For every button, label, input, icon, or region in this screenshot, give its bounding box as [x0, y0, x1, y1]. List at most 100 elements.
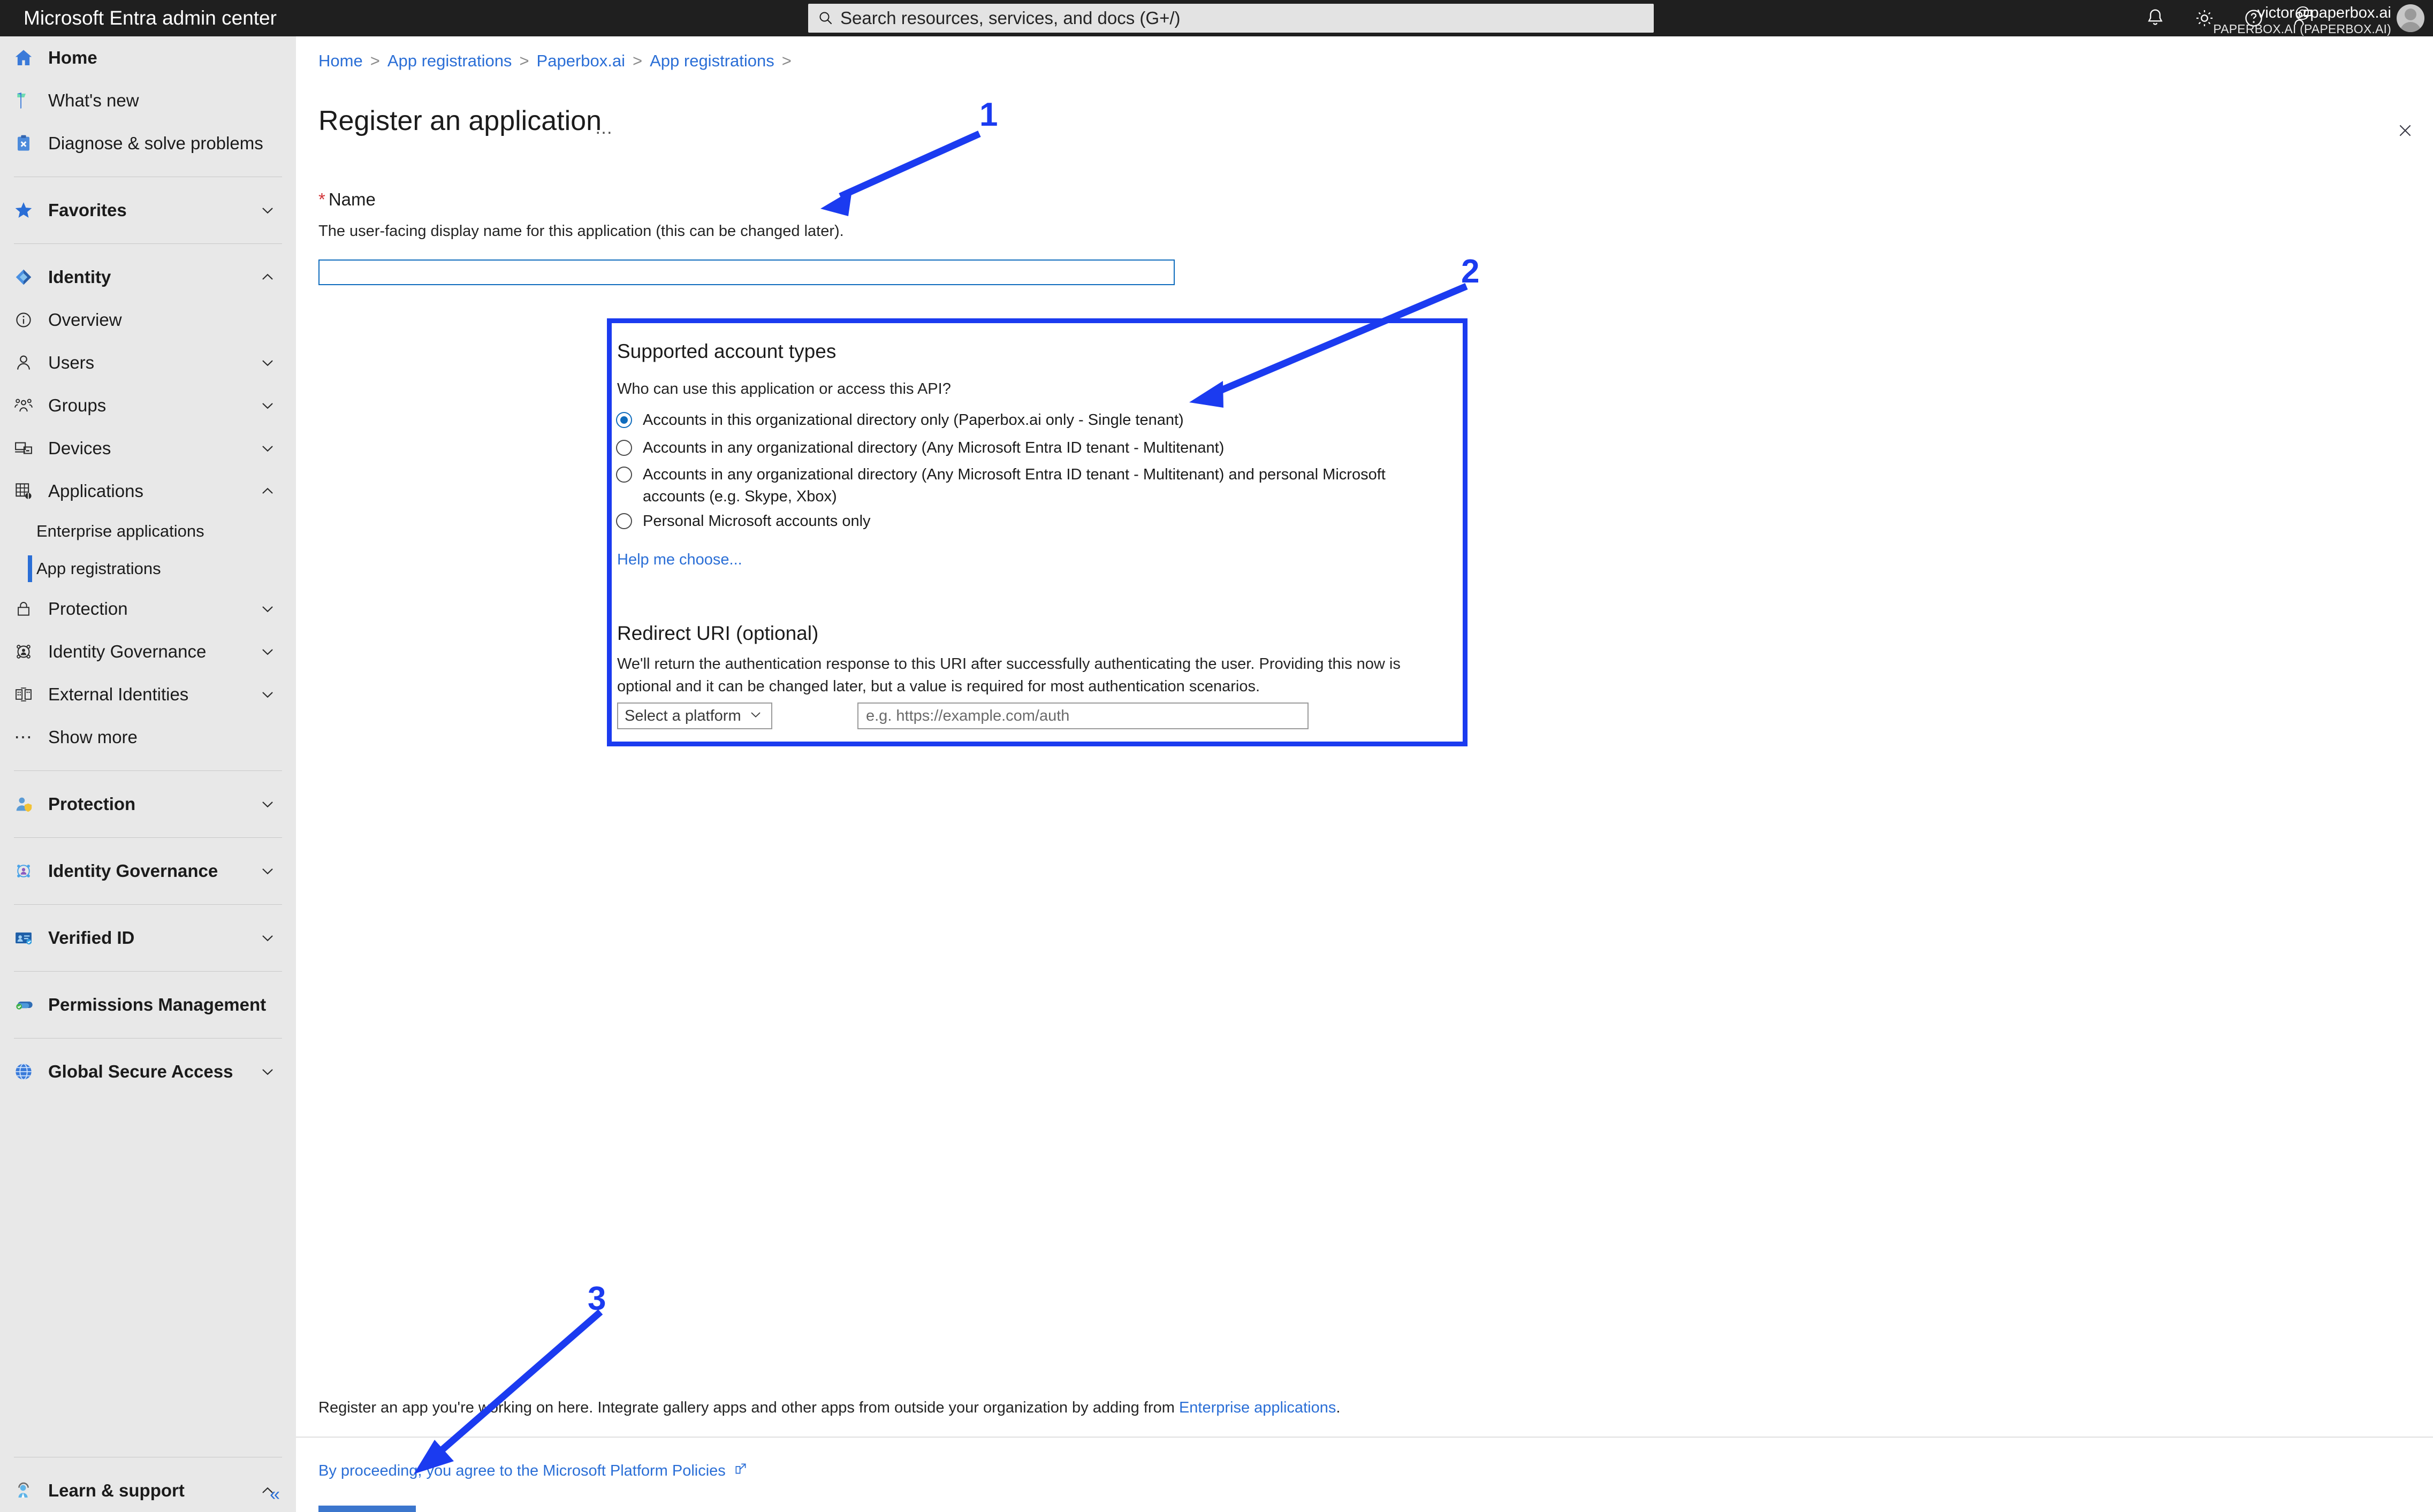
sidebar-item-users[interactable]: Users [0, 341, 296, 384]
name-input[interactable] [318, 259, 1175, 285]
chevron-down-icon[interactable] [258, 685, 277, 704]
breadcrumb-item-app-registrations[interactable]: App registrations [387, 51, 512, 71]
sidebar-item-label: Enterprise applications [36, 522, 204, 541]
account-tenant: PAPERBOX.AI (PAPERBOX.AI) [2213, 22, 2391, 36]
sidebar-item-favorites[interactable]: Favorites [0, 189, 296, 232]
sidebar-item-protection-group[interactable]: Protection [0, 783, 296, 826]
platform-policies-link[interactable]: By proceeding, you agree to the Microsof… [318, 1461, 748, 1480]
user-icon [12, 353, 35, 372]
radio-personal-only[interactable]: Personal Microsoft accounts only [616, 510, 1451, 532]
sidebar-item-label: Overview [48, 310, 122, 330]
sidebar-divider [14, 971, 282, 972]
radio-indicator[interactable] [616, 440, 632, 456]
breadcrumb-item-paperbox[interactable]: Paperbox.ai [537, 51, 625, 71]
account-types-question: Who can use this application or access t… [617, 380, 951, 398]
redirect-uri-input[interactable] [857, 702, 1309, 729]
bell-icon[interactable] [2144, 7, 2166, 29]
radio-single-tenant[interactable]: Accounts in this organizational director… [616, 409, 1451, 431]
sidebar-item-whats-new[interactable]: What's new [0, 79, 296, 122]
sidebar-item-applications[interactable]: Applications [0, 470, 296, 513]
groups-icon [12, 395, 35, 416]
sidebar-item-global-secure-access[interactable]: Global Secure Access [0, 1050, 296, 1093]
gear-icon[interactable] [2193, 7, 2216, 29]
radio-indicator[interactable] [616, 412, 632, 428]
radio-multitenant[interactable]: Accounts in any organizational directory… [616, 437, 1451, 459]
chevron-down-icon[interactable] [258, 396, 277, 415]
home-icon [12, 47, 35, 68]
chevron-up-icon[interactable] [258, 482, 277, 500]
name-description: The user-facing display name for this ap… [318, 223, 844, 240]
brand-title: Microsoft Entra admin center [24, 7, 277, 29]
selected-indicator [28, 555, 32, 582]
verified-id-icon [12, 928, 35, 948]
radio-label: Personal Microsoft accounts only [643, 510, 871, 532]
sidebar-divider [14, 770, 282, 771]
chevron-down-icon[interactable] [258, 1063, 277, 1081]
sidebar-item-devices[interactable]: Devices [0, 427, 296, 470]
sidebar-item-label: Groups [48, 395, 106, 416]
search-input[interactable] [840, 8, 1616, 28]
sidebar-item-label: Devices [48, 438, 111, 459]
sidebar-item-verified-id[interactable]: Verified ID [0, 917, 296, 959]
breadcrumb-separator: > [782, 51, 792, 71]
learn-support-icon [12, 1480, 35, 1501]
footer-note: Register an app you're working on here. … [318, 1399, 1340, 1417]
sidebar-item-label: What's new [48, 90, 139, 111]
close-icon[interactable] [2390, 116, 2420, 146]
avatar[interactable] [2397, 4, 2424, 32]
sidebar-item-identity-governance-group[interactable]: Identity Governance [0, 850, 296, 892]
permissions-management-icon [12, 994, 35, 1015]
platform-select-value: Select a platform [625, 707, 741, 725]
enterprise-applications-link[interactable]: Enterprise applications [1179, 1399, 1336, 1416]
sidebar-item-label: Global Secure Access [48, 1062, 233, 1082]
chevron-up-icon[interactable] [258, 268, 277, 286]
chevron-down-icon[interactable] [258, 354, 277, 372]
account-info[interactable]: victor@paperbox.ai PAPERBOX.AI (PAPERBOX… [2213, 4, 2391, 36]
devices-icon [12, 438, 35, 459]
radio-indicator[interactable] [616, 467, 632, 483]
breadcrumb-item-app-registrations-2[interactable]: App registrations [650, 51, 774, 71]
chevron-down-icon[interactable] [258, 643, 277, 661]
help-me-choose-link[interactable]: Help me choose... [617, 551, 742, 569]
global-search[interactable] [808, 4, 1654, 33]
sidebar-item-overview[interactable]: Overview [0, 299, 296, 341]
sidebar-item-show-more[interactable]: ⋯ Show more [0, 716, 296, 759]
sidebar-item-label: App registrations [36, 559, 161, 578]
redirect-uri-title: Redirect URI (optional) [617, 622, 818, 645]
footer-divider [296, 1437, 2433, 1438]
chevron-down-icon[interactable] [258, 439, 277, 457]
radio-indicator[interactable] [616, 513, 632, 529]
sidebar-item-external-identities[interactable]: External Identities [0, 673, 296, 716]
breadcrumb-item-home[interactable]: Home [318, 51, 363, 71]
page-more-menu[interactable]: … [595, 118, 614, 139]
chevron-down-icon[interactable] [258, 862, 277, 880]
globe-icon [12, 1061, 35, 1082]
sidebar-item-diagnose[interactable]: Diagnose & solve problems [0, 122, 296, 165]
radio-label: Accounts in any organizational directory… [643, 464, 1448, 508]
sidebar-item-identity-governance[interactable]: Identity Governance [0, 630, 296, 673]
sidebar-item-home[interactable]: Home [0, 36, 296, 79]
sidebar-item-protection[interactable]: Protection [0, 587, 296, 630]
sidebar-item-groups[interactable]: Groups [0, 384, 296, 427]
sidebar-item-label: Protection [48, 794, 135, 814]
sidebar-item-learn-support[interactable]: Learn & support [0, 1469, 296, 1512]
breadcrumb-separator: > [519, 51, 529, 71]
chevron-down-icon[interactable] [258, 795, 277, 813]
sidebar-item-permissions-management[interactable]: Permissions Management [0, 983, 296, 1026]
collapse-sidebar-button[interactable]: « [270, 1485, 280, 1503]
radio-multitenant-personal[interactable]: Accounts in any organizational directory… [616, 464, 1448, 508]
governance-icon [12, 642, 35, 662]
chevron-down-icon[interactable] [258, 929, 277, 947]
chevron-down-icon[interactable] [258, 201, 277, 219]
sidebar-item-app-registrations[interactable]: App registrations [0, 550, 296, 587]
applications-icon [12, 481, 35, 501]
platform-select[interactable]: Select a platform [617, 702, 772, 729]
sidebar-item-identity[interactable]: Identity [0, 256, 296, 299]
chevron-down-icon[interactable] [258, 600, 277, 618]
app-root: Microsoft Entra admin center victor@pape… [0, 0, 2433, 1512]
sidebar-item-enterprise-applications[interactable]: Enterprise applications [0, 513, 296, 550]
sidebar-item-label: Show more [48, 727, 138, 747]
required-marker: * [318, 189, 325, 209]
breadcrumb-separator: > [370, 51, 380, 71]
register-button[interactable]: Register [318, 1506, 416, 1512]
